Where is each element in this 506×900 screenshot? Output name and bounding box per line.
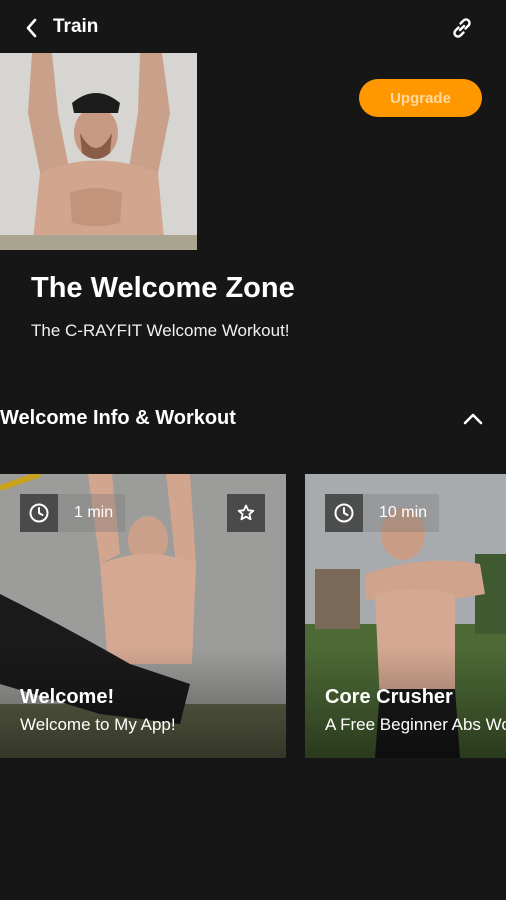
star-icon bbox=[237, 504, 255, 521]
clock-icon bbox=[334, 503, 354, 523]
page-subtitle: The C-RAYFIT Welcome Workout! bbox=[31, 321, 290, 340]
workout-card[interactable]: 1 min Welcome! Welcome to My App! bbox=[0, 474, 286, 758]
chevron-left-icon bbox=[26, 18, 37, 38]
hero-image bbox=[0, 53, 197, 250]
favorite-button[interactable] bbox=[227, 494, 265, 532]
section-header[interactable]: Welcome Info & Workout bbox=[0, 398, 506, 440]
clock-icon bbox=[29, 503, 49, 523]
hero-photo bbox=[0, 53, 197, 250]
upgrade-button[interactable]: Upgrade bbox=[359, 79, 482, 117]
card-title: Core Crusher bbox=[325, 686, 453, 708]
workout-card[interactable]: 10 min Core Crusher A Free Beginner Abs … bbox=[305, 474, 506, 758]
chevron-up-icon bbox=[463, 413, 483, 425]
page-title: The Welcome Zone bbox=[31, 272, 295, 304]
card-description: Welcome to My App! bbox=[20, 715, 176, 734]
share-link-button[interactable] bbox=[446, 12, 478, 44]
section-title: Welcome Info & Workout bbox=[0, 407, 236, 429]
collapse-section-button[interactable] bbox=[458, 404, 488, 434]
screen-title: Train bbox=[53, 16, 99, 37]
duration-text: 1 min bbox=[58, 494, 126, 532]
card-description: A Free Beginner Abs Workout bbox=[325, 715, 506, 734]
back-button[interactable] bbox=[18, 14, 46, 42]
duration-text: 10 min bbox=[363, 494, 440, 532]
duration-badge bbox=[325, 494, 363, 532]
card-title: Welcome! bbox=[20, 686, 115, 708]
link-icon bbox=[453, 18, 471, 38]
top-app-bar: Train bbox=[0, 0, 506, 56]
duration-badge bbox=[20, 494, 58, 532]
